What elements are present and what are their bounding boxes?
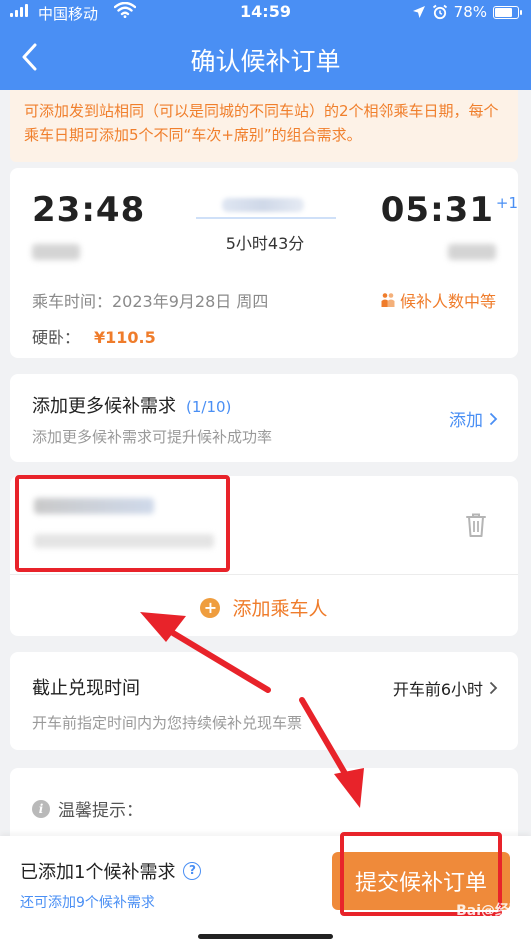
status-bar: 中国移动 14:59 78% [0, 0, 531, 26]
ride-date: 乘车时间：2023年9月28日 周四 [32, 292, 269, 311]
tips-title: 温馨提示： [58, 801, 143, 821]
battery-percent: 78% [453, 3, 487, 21]
plus-circle-icon: + [200, 597, 221, 618]
help-icon[interactable]: ? [183, 862, 202, 880]
depart-time: 23:48 [32, 190, 146, 230]
seat-class: 硬卧： ¥110.5 [32, 328, 156, 347]
arrive-time: 05:31 [380, 190, 494, 230]
arrive-station-redacted [448, 244, 496, 260]
day-offset: +1 [495, 194, 518, 212]
add-demand-button[interactable]: 添加 [449, 406, 498, 431]
depart-station-redacted [32, 244, 80, 260]
passenger-card: + 添加乘车人 [10, 476, 518, 636]
more-demands-subtitle: 添加更多候补需求可提升候补成功率 [32, 428, 273, 446]
deadline-card[interactable]: 截止兑现时间 开车前6小时 开车前指定时间内为您持续候补兑现车票 [10, 652, 518, 750]
queue-status: 候补人数中等 [380, 288, 496, 312]
home-indicator [198, 934, 333, 939]
deadline-title: 截止兑现时间 [32, 678, 140, 699]
deadline-value[interactable]: 开车前6小时 [393, 676, 498, 700]
remaining-demands-text: 还可添加9个候补需求 [20, 895, 155, 911]
battery-icon [493, 5, 522, 19]
info-icon: i [32, 799, 50, 818]
trip-duration: 5小时43分 [225, 234, 305, 253]
train-card: 23:48 5小时43分 05:31 +1 乘车时间：2023年9月28日 周四… [10, 168, 518, 358]
more-demands-card: 添加更多候补需求 (1/10) 添加更多候补需求可提升候补成功率 添加 [10, 374, 518, 462]
passenger-name-redacted [34, 498, 154, 514]
chevron-right-icon [489, 681, 498, 695]
notice-banner: 可添加发到站相同（可以是同城的不同车站）的2个相邻乘车日期，每个乘车日期可添加5… [10, 90, 518, 162]
trash-icon[interactable] [464, 512, 488, 538]
chevron-right-icon [489, 412, 498, 425]
page-title: 确认候补订单 [190, 47, 341, 76]
route-line [196, 217, 336, 219]
header-bar: 中国移动 14:59 78% 确认候补订单 [0, 0, 531, 90]
ticket-price: ¥110.5 [94, 328, 156, 347]
passenger-id-redacted [34, 534, 214, 548]
add-passenger-button[interactable]: + 添加乘车人 [10, 594, 518, 621]
added-demands-text: 已添加1个候补需求 [20, 862, 176, 883]
deadline-subtitle: 开车前指定时间内为您持续候补兑现车票 [32, 714, 303, 732]
people-icon [381, 293, 395, 307]
demand-count: (1/10) [186, 398, 232, 416]
baidu-watermark: Bai@经验 [456, 903, 523, 919]
divider [10, 574, 518, 575]
train-number-redacted [222, 198, 304, 212]
more-demands-title: 添加更多候补需求 [32, 396, 176, 417]
location-arrow-icon [412, 6, 425, 18]
bottom-bar: 已添加1个候补需求 ? 还可添加9个候补需求 提交候补订单 [0, 836, 531, 946]
alarm-icon [432, 4, 447, 20]
